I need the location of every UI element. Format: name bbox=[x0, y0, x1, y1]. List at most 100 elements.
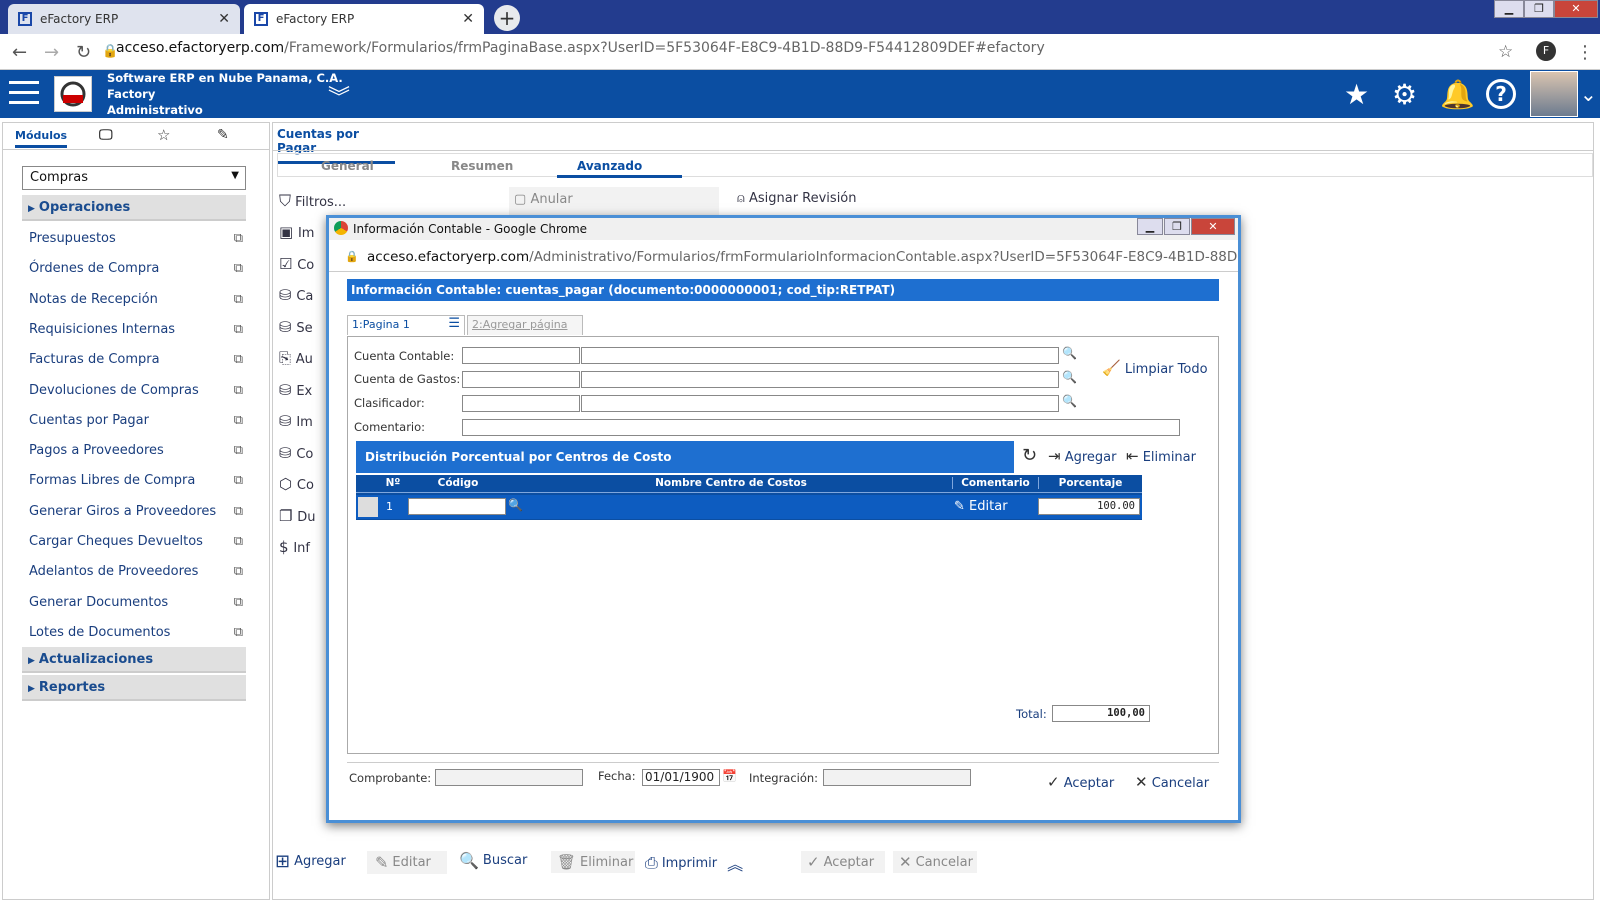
table-row[interactable]: 1 🔍 ✎ Editar 100.00 bbox=[356, 495, 1142, 519]
dialog-close-button[interactable]: ✕ bbox=[1191, 218, 1235, 235]
dialog-cancelar-button[interactable]: ✕ Cancelar bbox=[1135, 773, 1209, 791]
cuenta-contable-code-input[interactable] bbox=[462, 347, 580, 364]
asignar-revision-button[interactable]: ⍝ Asignar Revisión bbox=[737, 191, 857, 206]
external-link-icon[interactable]: ⧉ bbox=[234, 352, 243, 367]
tab-avanzado[interactable]: Avanzado bbox=[557, 159, 683, 178]
reload-icon[interactable]: ↻ bbox=[76, 42, 91, 63]
dist-agregar-button[interactable]: ⇥ Agregar bbox=[1048, 447, 1116, 465]
comprobante-input[interactable] bbox=[435, 769, 583, 786]
filtros-button[interactable]: ⛉ Filtros... bbox=[279, 191, 346, 211]
bell-icon[interactable]: 🔔 bbox=[1440, 78, 1475, 111]
module-select[interactable]: Compras ▼ bbox=[22, 166, 246, 190]
refresh-icon[interactable]: ↻ bbox=[1022, 445, 1037, 466]
menu-icon[interactable]: ☰ bbox=[448, 316, 460, 331]
aceptar-button[interactable]: ✓ Aceptar bbox=[801, 851, 885, 873]
codigo-input[interactable] bbox=[408, 498, 506, 515]
close-icon[interactable]: ✕ bbox=[462, 11, 474, 27]
close-icon[interactable]: ✕ bbox=[218, 11, 230, 27]
action-item[interactable]: ⛁ Ex bbox=[279, 381, 312, 399]
sidebar-item[interactable]: Notas de Recepción ⧉ bbox=[29, 292, 243, 307]
tab-resumen[interactable]: Resumen bbox=[451, 159, 513, 173]
cuenta-gastos-code-input[interactable] bbox=[462, 371, 580, 388]
anular-button[interactable]: ▢ Anular bbox=[509, 187, 719, 215]
star-outline-icon[interactable]: ☆ bbox=[157, 126, 170, 144]
tab-agregar-pagina[interactable]: 2:Agregar página bbox=[467, 315, 583, 335]
external-link-icon[interactable]: ⧉ bbox=[234, 261, 243, 276]
sidebar-item[interactable]: Generar Giros a Proveedores ⧉ bbox=[29, 504, 243, 519]
external-link-icon[interactable]: ⧉ bbox=[234, 625, 243, 640]
sidebar-item[interactable]: Pagos a Proveedores ⧉ bbox=[29, 443, 243, 458]
external-link-icon[interactable]: ⧉ bbox=[234, 413, 243, 428]
avatar[interactable] bbox=[1530, 71, 1578, 117]
sidebar-item[interactable]: Formas Libres de Compra ⧉ bbox=[29, 473, 243, 488]
sidebar-item[interactable]: Cuentas por Pagar ⧉ bbox=[29, 413, 243, 428]
editar-button[interactable]: ✎ Editar bbox=[367, 851, 447, 874]
browser-tab[interactable]: F eFactory ERP ✕ bbox=[8, 4, 240, 34]
new-tab-button[interactable]: + bbox=[494, 5, 520, 31]
external-link-icon[interactable]: ⧉ bbox=[234, 383, 243, 398]
external-link-icon[interactable]: ⧉ bbox=[234, 322, 243, 337]
search-icon[interactable]: 🔍 bbox=[1062, 346, 1077, 360]
external-link-icon[interactable]: ⧉ bbox=[234, 443, 243, 458]
star-icon[interactable]: ★ bbox=[1344, 78, 1369, 111]
porcentaje-input[interactable]: 100.00 bbox=[1038, 498, 1140, 515]
action-item[interactable]: ⛁ Ca bbox=[279, 286, 313, 304]
sidebar-item[interactable]: Presupuestos ⧉ bbox=[29, 231, 243, 246]
action-item[interactable]: $ Inf bbox=[279, 538, 310, 556]
editar-comentario-button[interactable]: ✎ Editar bbox=[954, 499, 1008, 514]
note-icon[interactable]: ✎ bbox=[217, 127, 229, 143]
section-actualizaciones[interactable]: ▶ Actualizaciones bbox=[22, 647, 246, 673]
action-item[interactable]: ⛁ Im bbox=[279, 412, 313, 430]
external-link-icon[interactable]: ⧉ bbox=[234, 504, 243, 519]
action-item[interactable]: ▣ Im bbox=[279, 223, 314, 241]
calendar-icon[interactable]: 📅 bbox=[722, 769, 737, 783]
monitor-icon[interactable]: 🖵 bbox=[99, 127, 113, 143]
sidebar-item[interactable]: Lotes de Documentos ⧉ bbox=[29, 625, 243, 640]
help-icon[interactable]: ? bbox=[1486, 79, 1516, 109]
sidebar-item[interactable]: Órdenes de Compra ⧉ bbox=[29, 261, 243, 276]
search-icon[interactable]: 🔍 bbox=[508, 498, 523, 512]
cuenta-contable-name-input[interactable] bbox=[581, 347, 1059, 364]
chevron-double-down-icon[interactable]: ︾ bbox=[328, 80, 350, 112]
section-reportes[interactable]: ▶ Reportes bbox=[22, 675, 246, 701]
clasificador-code-input[interactable] bbox=[462, 395, 580, 412]
sidebar-item[interactable]: Facturas de Compra ⧉ bbox=[29, 352, 243, 367]
action-item[interactable]: ☑ Co bbox=[279, 255, 314, 273]
sidebar-item[interactable]: Requisiciones Internas ⧉ bbox=[29, 322, 243, 337]
external-link-icon[interactable]: ⧉ bbox=[234, 534, 243, 549]
hamburger-icon[interactable] bbox=[9, 81, 39, 105]
agregar-button[interactable]: ⊞ Agregar bbox=[275, 851, 346, 872]
action-item[interactable]: ❐ Du bbox=[279, 507, 315, 525]
dist-eliminar-button[interactable]: ⇤ Eliminar bbox=[1126, 447, 1196, 465]
buscar-button[interactable]: 🔍 Buscar bbox=[459, 851, 527, 870]
tab-pagina-1[interactable]: 1:Pagina 1 ☰ bbox=[347, 315, 465, 335]
external-link-icon[interactable]: ⧉ bbox=[234, 564, 243, 579]
action-item[interactable]: ⛁ Se bbox=[279, 318, 313, 336]
close-window-button[interactable]: ✕ bbox=[1554, 0, 1598, 18]
row-selector[interactable] bbox=[358, 497, 378, 517]
chevron-down-icon[interactable]: ⌄ bbox=[1580, 82, 1597, 106]
minimize-button[interactable]: ▁ bbox=[1494, 0, 1524, 18]
external-link-icon[interactable]: ⧉ bbox=[234, 292, 243, 307]
eliminar-button[interactable]: 🗑 Eliminar bbox=[551, 851, 635, 873]
search-icon[interactable]: 🔍 bbox=[1062, 370, 1077, 384]
url-field[interactable]: acceso.efactoryerp.com/Framework/Formula… bbox=[116, 40, 1045, 56]
sidebar-item[interactable]: Cargar Cheques Devueltos ⧉ bbox=[29, 534, 243, 549]
cancelar-button[interactable]: ✕ Cancelar bbox=[893, 851, 977, 873]
forward-icon[interactable]: → bbox=[44, 42, 59, 63]
comentario-input[interactable] bbox=[462, 419, 1180, 436]
sidebar-item[interactable]: Generar Documentos ⧉ bbox=[29, 595, 243, 610]
bookmark-star-icon[interactable]: ☆ bbox=[1498, 42, 1513, 62]
fecha-input[interactable]: 01/01/1900 bbox=[642, 769, 720, 786]
dialog-aceptar-button[interactable]: ✓ Aceptar bbox=[1047, 773, 1114, 791]
sidebar-item[interactable]: Devoluciones de Compras ⧉ bbox=[29, 383, 243, 398]
action-item[interactable]: ⬡ Co bbox=[279, 475, 314, 493]
maximize-button[interactable]: ❐ bbox=[1524, 0, 1554, 18]
integracion-input[interactable] bbox=[823, 769, 971, 786]
external-link-icon[interactable]: ⧉ bbox=[234, 473, 243, 488]
section-operaciones[interactable]: ▶ Operaciones bbox=[22, 195, 246, 221]
limpiar-todo-button[interactable]: 🧹 Limpiar Todo bbox=[1102, 359, 1208, 377]
browser-tab-active[interactable]: F eFactory ERP ✕ bbox=[244, 4, 484, 34]
action-item[interactable]: ⛁ Co bbox=[279, 444, 313, 462]
sidebar-item[interactable]: Adelantos de Proveedores ⧉ bbox=[29, 564, 243, 579]
